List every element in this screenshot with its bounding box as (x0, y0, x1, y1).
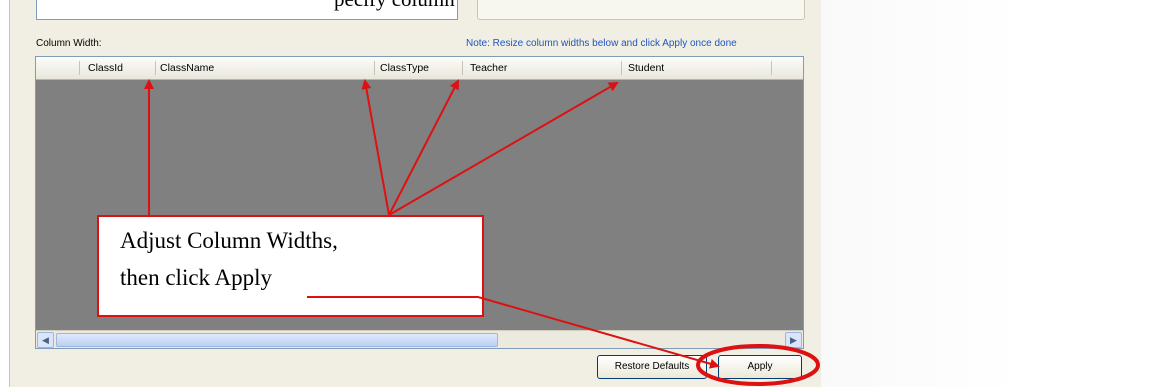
column-separator[interactable] (771, 61, 772, 75)
column-header-student[interactable]: Student (624, 57, 774, 79)
grid-header: ClassId ClassName ClassType Teacher Stud… (36, 57, 803, 80)
arrow-left-icon[interactable]: ◀ (37, 332, 54, 348)
scrollbar-thumb[interactable] (56, 333, 498, 347)
top-text-box: pecify column widths, then Apply (36, 0, 458, 20)
top-instruction-text: pecify column widths, then Apply (334, 0, 457, 12)
column-separator[interactable] (621, 61, 622, 75)
annotation-callout: Adjust Column Widths, then click Apply (97, 215, 484, 317)
column-separator[interactable] (462, 61, 463, 75)
top-right-box (477, 0, 805, 20)
column-header-teacher[interactable]: Teacher (466, 57, 623, 79)
column-header-classname[interactable]: ClassName (156, 57, 373, 79)
callout-line-1: Adjust Column Widths, (120, 228, 338, 253)
column-header-classid[interactable]: ClassId (84, 57, 156, 79)
column-separator[interactable] (374, 61, 375, 75)
column-width-label: Column Width: (36, 38, 102, 49)
horizontal-scrollbar[interactable]: ◀ ▶ (36, 330, 803, 348)
column-separator[interactable] (79, 61, 80, 75)
background-area (821, 0, 1149, 387)
apply-button[interactable]: Apply (718, 355, 802, 379)
callout-line-2: then click Apply (120, 265, 273, 290)
restore-defaults-button[interactable]: Restore Defaults (597, 355, 707, 379)
note-text: Note: Resize column widths below and cli… (466, 38, 737, 49)
arrow-right-icon[interactable]: ▶ (785, 332, 802, 348)
column-header-classtype[interactable]: ClassType (376, 57, 463, 79)
